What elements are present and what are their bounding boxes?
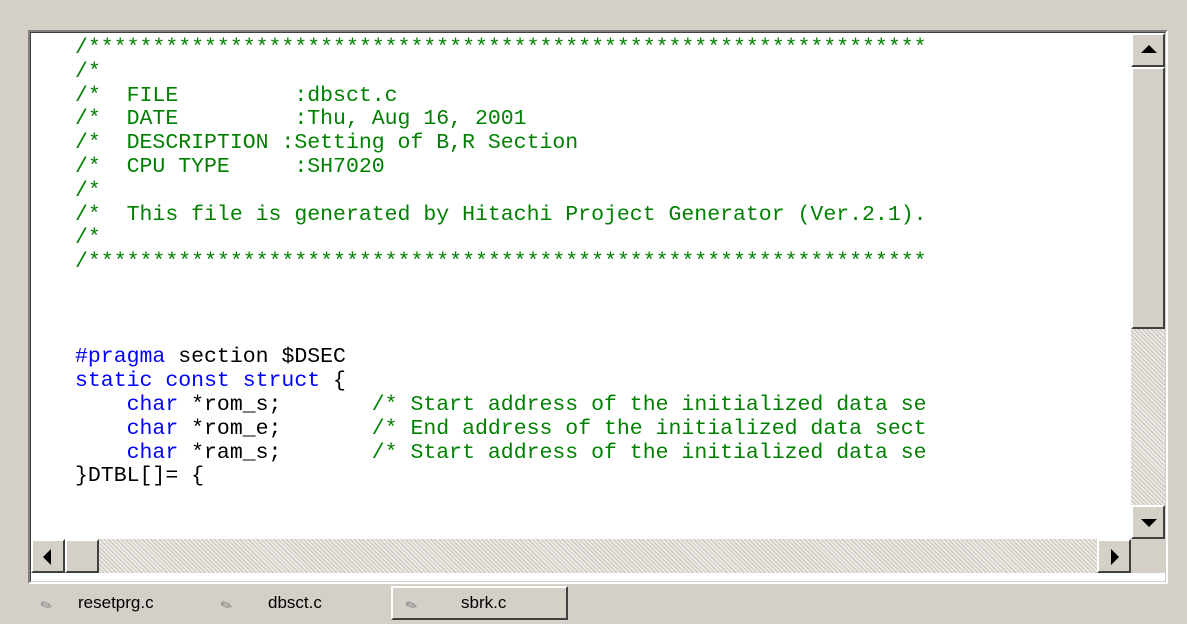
code-comment: /* DATE :Thu, Aug 16, 2001 bbox=[75, 107, 527, 132]
code-line[interactable]: }DTBL[]= { bbox=[75, 464, 927, 489]
vertical-scrollbar[interactable] bbox=[1131, 33, 1165, 539]
code-token: *rom_e; bbox=[178, 416, 372, 441]
code-line[interactable]: /* bbox=[75, 59, 927, 85]
tab-label: dbsct.c bbox=[268, 593, 322, 612]
horizontal-scroll-thumb[interactable] bbox=[65, 539, 99, 573]
code-text[interactable]: /***************************************… bbox=[75, 36, 927, 489]
tab-dbsct[interactable]: ✎ dbsct.c bbox=[208, 586, 391, 620]
horizontal-scrollbar[interactable] bbox=[31, 539, 1131, 573]
file-tab-icon: ✎ bbox=[37, 595, 56, 615]
code-line[interactable] bbox=[75, 275, 927, 299]
code-token: }DTBL[]= { bbox=[75, 464, 205, 489]
scroll-left-button[interactable] bbox=[31, 539, 65, 573]
code-token: { bbox=[320, 369, 346, 394]
code-token: section $DSEC bbox=[165, 345, 346, 370]
code-comment: /* Start address of the initialized data… bbox=[371, 440, 927, 465]
code-line[interactable]: /* This file is generated by Hitachi Pro… bbox=[75, 202, 927, 228]
code-comment: /* bbox=[75, 59, 101, 84]
code-comment: /* Start address of the initialized data… bbox=[371, 392, 927, 417]
code-line[interactable] bbox=[75, 299, 927, 323]
code-comment: /* DESCRIPTION :Setting of B,R Section bbox=[75, 131, 579, 156]
code-token: *rom_s; bbox=[178, 392, 372, 417]
code-keyword: static const struct bbox=[75, 369, 321, 394]
code-line[interactable]: #pragma section $DSEC bbox=[75, 345, 927, 370]
file-tab-icon: ✎ bbox=[217, 595, 236, 615]
code-comment: /* FILE :dbsct.c bbox=[75, 83, 398, 108]
editor-frame: /***************************************… bbox=[30, 32, 1166, 582]
code-line[interactable]: /* bbox=[75, 226, 927, 251]
code-comment: /* This file is generated by Hitachi Pro… bbox=[75, 202, 927, 227]
code-keyword: char bbox=[126, 392, 179, 417]
code-line[interactable]: char *rom_s; /* Start address of the ini… bbox=[75, 392, 927, 418]
code-comment: /* End address of the initialized data s… bbox=[371, 416, 927, 441]
tab-label: sbrk.c bbox=[461, 593, 507, 612]
code-editor[interactable]: /***************************************… bbox=[47, 33, 1129, 539]
tab-resetprg[interactable]: ✎ resetprg.c bbox=[28, 586, 208, 620]
code-line[interactable]: /* bbox=[75, 178, 927, 204]
code-line[interactable]: /* DESCRIPTION :Setting of B,R Section bbox=[75, 131, 927, 156]
code-comment: /* CPU TYPE :SH7020 bbox=[75, 154, 385, 179]
code-line[interactable]: /* FILE :dbsct.c bbox=[75, 83, 927, 109]
scrollbar-corner bbox=[1131, 539, 1165, 573]
code-line[interactable]: /* DATE :Thu, Aug 16, 2001 bbox=[75, 107, 927, 132]
code-keyword: char bbox=[126, 416, 179, 441]
code-line[interactable]: /* CPU TYPE :SH7020 bbox=[75, 154, 927, 180]
tab-label: resetprg.c bbox=[78, 593, 154, 612]
code-comment: /* bbox=[75, 178, 101, 203]
code-comment: /***************************************… bbox=[75, 36, 927, 60]
scroll-right-button[interactable] bbox=[1097, 539, 1131, 573]
code-keyword: #pragma bbox=[75, 345, 166, 370]
tab-sbrk[interactable]: ✎ sbrk.c bbox=[391, 586, 568, 620]
code-line[interactable] bbox=[75, 323, 927, 347]
code-token: *ram_s; bbox=[178, 440, 372, 465]
scroll-up-button[interactable] bbox=[1131, 33, 1165, 67]
code-line[interactable]: /***************************************… bbox=[75, 250, 927, 275]
code-line[interactable]: char *rom_e; /* End address of the initi… bbox=[75, 416, 927, 442]
code-keyword: char bbox=[126, 440, 179, 465]
code-comment: /* bbox=[75, 226, 101, 251]
code-line[interactable]: static const struct { bbox=[75, 369, 927, 394]
code-line[interactable]: char *ram_s; /* Start address of the ini… bbox=[75, 440, 927, 466]
scroll-down-button[interactable] bbox=[1131, 505, 1165, 539]
editor-window: /***************************************… bbox=[28, 30, 1168, 584]
code-comment: /***************************************… bbox=[75, 250, 927, 275]
code-line[interactable]: /***************************************… bbox=[75, 36, 927, 61]
file-tab-icon: ✎ bbox=[402, 595, 421, 615]
vertical-scroll-thumb[interactable] bbox=[1131, 67, 1165, 329]
